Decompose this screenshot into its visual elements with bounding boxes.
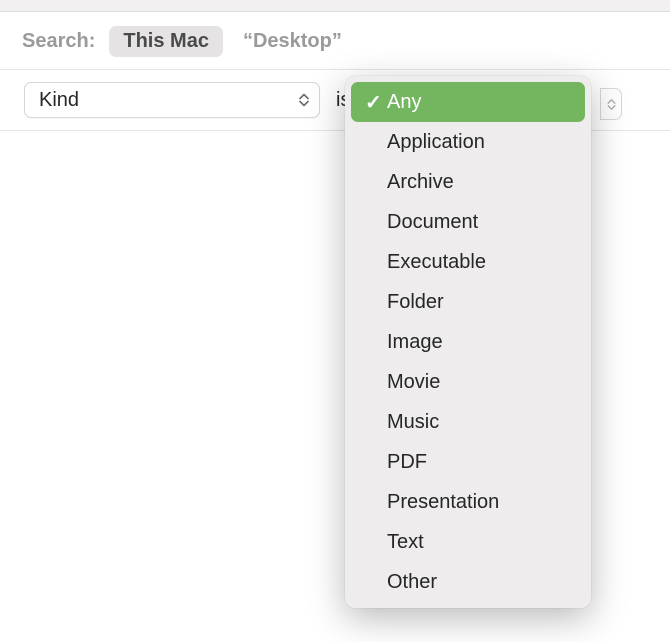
dropdown-item-folder[interactable]: ✓Folder [351, 282, 585, 322]
check-icon: ✓ [365, 170, 387, 195]
dropdown-item-label: Application [387, 131, 585, 154]
dropdown-item-label: Executable [387, 251, 585, 274]
dropdown-item-label: Presentation [387, 491, 585, 514]
scope-desktop[interactable]: “Desktop” [237, 26, 348, 57]
dropdown-item-movie[interactable]: ✓Movie [351, 362, 585, 402]
window-toolbar-strip [0, 0, 670, 12]
dropdown-item-pdf[interactable]: ✓PDF [351, 442, 585, 482]
check-icon: ✓ [365, 250, 387, 275]
dropdown-item-label: Document [387, 211, 585, 234]
dropdown-item-image[interactable]: ✓Image [351, 322, 585, 362]
dropdown-item-label: Movie [387, 371, 585, 394]
dropdown-item-document[interactable]: ✓Document [351, 202, 585, 242]
dropdown-item-presentation[interactable]: ✓Presentation [351, 482, 585, 522]
dropdown-item-label: Image [387, 331, 585, 354]
check-icon: ✓ [365, 290, 387, 315]
check-icon: ✓ [365, 370, 387, 395]
check-icon: ✓ [365, 130, 387, 155]
value-select-stepper[interactable] [600, 88, 622, 120]
check-icon: ✓ [365, 490, 387, 515]
kind-dropdown: ✓Any✓Application✓Archive✓Document✓Execut… [345, 76, 591, 608]
dropdown-item-label: Music [387, 411, 585, 434]
dropdown-item-text[interactable]: ✓Text [351, 522, 585, 562]
dropdown-item-application[interactable]: ✓Application [351, 122, 585, 162]
scope-this-mac[interactable]: This Mac [109, 26, 223, 57]
dropdown-item-executable[interactable]: ✓Executable [351, 242, 585, 282]
search-label: Search: [22, 30, 95, 53]
attribute-select[interactable]: Kind [24, 82, 320, 118]
check-icon: ✓ [365, 330, 387, 355]
check-icon: ✓ [365, 90, 387, 115]
search-scope-bar: Search: This Mac “Desktop” [0, 12, 670, 70]
dropdown-item-other[interactable]: ✓Other [351, 562, 585, 602]
dropdown-item-label: PDF [387, 451, 585, 474]
check-icon: ✓ [365, 410, 387, 435]
check-icon: ✓ [365, 530, 387, 555]
check-icon: ✓ [365, 570, 387, 595]
dropdown-item-label: Any [387, 91, 585, 114]
check-icon: ✓ [365, 450, 387, 475]
attribute-select-value: Kind [39, 89, 79, 112]
dropdown-item-label: Archive [387, 171, 585, 194]
dropdown-item-any[interactable]: ✓Any [351, 82, 585, 122]
dropdown-item-archive[interactable]: ✓Archive [351, 162, 585, 202]
dropdown-item-label: Folder [387, 291, 585, 314]
stepper-icon [299, 94, 309, 107]
dropdown-item-music[interactable]: ✓Music [351, 402, 585, 442]
check-icon: ✓ [365, 210, 387, 235]
dropdown-item-label: Other [387, 571, 585, 594]
dropdown-item-label: Text [387, 531, 585, 554]
